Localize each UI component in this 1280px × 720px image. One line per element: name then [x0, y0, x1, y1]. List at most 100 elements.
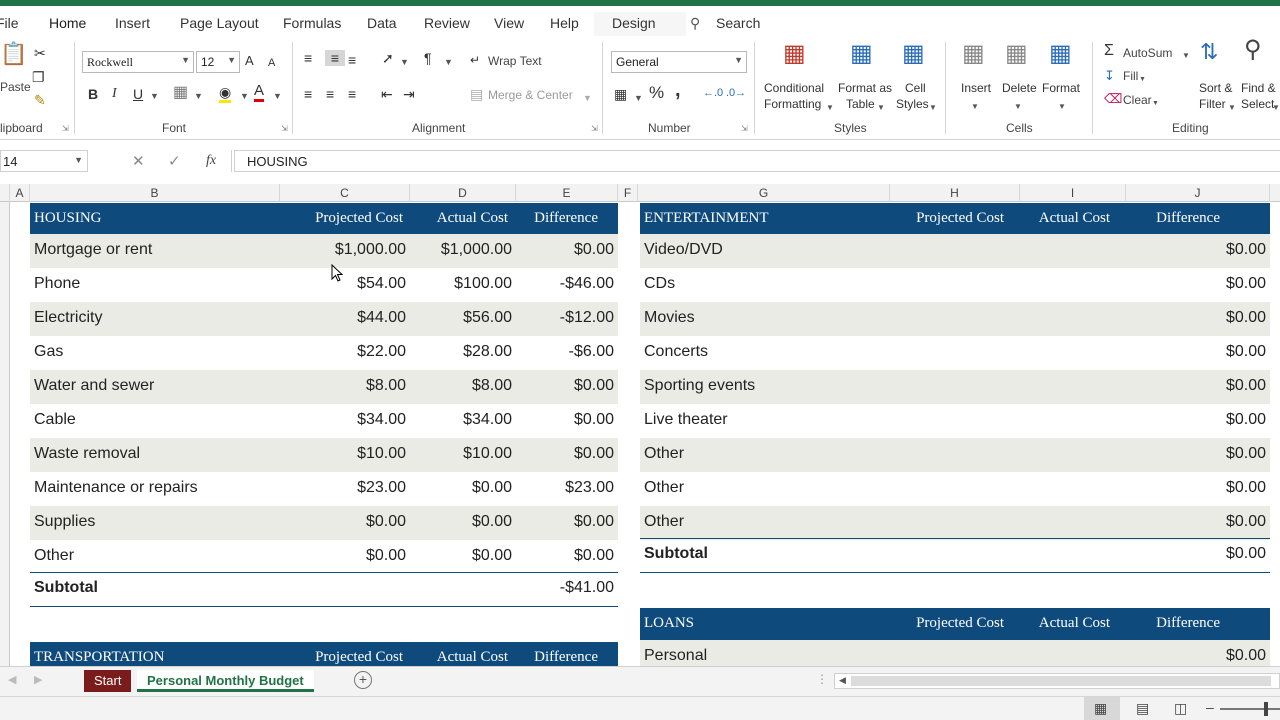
- chevron-down-icon[interactable]: ▼: [1182, 48, 1190, 64]
- insert-function-button[interactable]: fx: [206, 153, 216, 169]
- housing-subtotal-row[interactable]: Subtotal -$41.00: [30, 572, 618, 606]
- decrease-decimal-icon[interactable]: .0→: [726, 85, 746, 101]
- chevron-down-icon[interactable]: ▼: [444, 54, 453, 70]
- chevron-down-icon[interactable]: ▼: [400, 54, 409, 70]
- tab-insert[interactable]: Insert: [115, 15, 150, 31]
- percent-style-button[interactable]: %: [649, 84, 664, 101]
- search-box[interactable]: Search: [716, 15, 760, 31]
- clear-icon[interactable]: ⌫: [1104, 91, 1122, 107]
- merge-center-button[interactable]: Merge & Center: [488, 88, 573, 102]
- tab-home[interactable]: Home: [46, 15, 89, 40]
- page-break-view-icon[interactable]: ◫: [1174, 700, 1187, 717]
- tab-help[interactable]: Help: [550, 15, 579, 31]
- autosum-icon[interactable]: Σ: [1104, 43, 1114, 59]
- column-header-c[interactable]: C: [280, 184, 410, 202]
- scrollbar-thumb[interactable]: [851, 676, 1271, 686]
- housing-row[interactable]: Electricity $44.00 $56.00 -$12.00: [30, 302, 618, 336]
- column-header-i[interactable]: I: [1020, 184, 1126, 202]
- shrink-font-icon[interactable]: A: [268, 55, 275, 71]
- align-middle-icon[interactable]: ≡: [325, 50, 345, 66]
- cell-styles-label[interactable]: Cell: [905, 80, 926, 96]
- font-name-combo[interactable]: Rockwell ▼: [82, 51, 194, 73]
- tab-file[interactable]: File: [0, 15, 19, 31]
- worksheet-grid[interactable]: HOUSING Projected Cost Actual Cost Diffe…: [10, 202, 1280, 666]
- borders-icon[interactable]: ▦: [173, 85, 188, 101]
- entertainment-row[interactable]: Movies $0.00: [640, 302, 1270, 336]
- column-header-g[interactable]: G: [638, 184, 890, 202]
- search-icon[interactable]: ⚲: [690, 15, 700, 32]
- housing-row[interactable]: Phone $54.00 $100.00 -$46.00: [30, 268, 618, 302]
- column-header-e[interactable]: E: [516, 184, 618, 202]
- font-size-combo[interactable]: 12 ▼: [196, 51, 240, 73]
- delete-cells-label[interactable]: Delete: [1002, 80, 1037, 96]
- wrap-text-icon[interactable]: ↵: [470, 52, 480, 68]
- tab-split-handle-icon[interactable]: ⋮: [816, 672, 828, 686]
- tab-page-layout[interactable]: Page Layout: [180, 15, 259, 31]
- tab-design[interactable]: Design: [612, 15, 656, 31]
- chevron-down-icon[interactable]: ▼: [1139, 72, 1146, 88]
- paste-label[interactable]: Paste: [0, 80, 31, 94]
- formula-input[interactable]: HOUSING: [234, 150, 1280, 172]
- entertainment-row[interactable]: Other $0.00: [640, 472, 1270, 506]
- transportation-table-header[interactable]: TRANSPORTATION Projected Cost Actual Cos…: [30, 642, 618, 666]
- find-select-label[interactable]: Find &: [1241, 80, 1276, 96]
- paste-icon[interactable]: 📋: [0, 43, 27, 76]
- format-painter-icon[interactable]: ✎: [34, 92, 46, 108]
- chevron-down-icon[interactable]: ▼: [273, 88, 282, 104]
- housing-row[interactable]: Maintenance or repairs $23.00 $0.00 $23.00: [30, 472, 618, 506]
- merge-icon[interactable]: ▤: [470, 86, 483, 102]
- number-launcher-icon[interactable]: ⇲: [741, 124, 748, 133]
- format-cells-icon[interactable]: ▦: [1049, 42, 1072, 66]
- insert-cells-icon[interactable]: ▦: [962, 42, 985, 66]
- find-select-label-2[interactable]: Select: [1241, 96, 1274, 112]
- format-as-table-label-2[interactable]: Table: [846, 96, 875, 112]
- entertainment-row[interactable]: CDs $0.00: [640, 268, 1270, 302]
- chevron-down-icon[interactable]: ▼: [240, 88, 249, 104]
- align-left-icon[interactable]: ≡: [304, 86, 312, 102]
- entertainment-row[interactable]: Concerts $0.00: [640, 336, 1270, 370]
- find-select-icon[interactable]: ⚲: [1244, 38, 1262, 62]
- sort-filter-label-2[interactable]: Filter: [1199, 96, 1226, 112]
- housing-row[interactable]: Gas $22.00 $28.00 -$6.00: [30, 336, 618, 370]
- page-layout-view-icon[interactable]: ▤: [1136, 700, 1149, 717]
- increase-indent-icon[interactable]: ⇥: [403, 86, 415, 102]
- align-center-icon[interactable]: ≡: [326, 86, 334, 102]
- cancel-icon[interactable]: ✕: [132, 152, 145, 170]
- housing-row[interactable]: Supplies $0.00 $0.00 $0.00: [30, 506, 618, 540]
- enter-icon[interactable]: ✓: [168, 152, 181, 170]
- align-bottom-icon[interactable]: ≡: [348, 52, 356, 68]
- underline-button[interactable]: U: [133, 86, 143, 102]
- scroll-left-icon[interactable]: ◀: [839, 675, 846, 686]
- autosum-button[interactable]: AutoSum: [1123, 46, 1172, 60]
- copy-icon[interactable]: ❐: [32, 69, 45, 85]
- bold-button[interactable]: B: [88, 86, 98, 102]
- decrease-indent-icon[interactable]: ⇤: [381, 86, 393, 102]
- housing-row[interactable]: Cable $34.00 $34.00 $0.00: [30, 404, 618, 438]
- clipboard-launcher-icon[interactable]: ⇲: [62, 124, 69, 133]
- chevron-down-icon[interactable]: ▼: [1272, 100, 1280, 116]
- font-color-icon[interactable]: A: [254, 83, 265, 102]
- insert-cells-label[interactable]: Insert: [961, 80, 991, 96]
- align-top-icon[interactable]: ≡: [304, 50, 312, 66]
- italic-button[interactable]: I: [112, 86, 117, 102]
- housing-table-header[interactable]: HOUSING Projected Cost Actual Cost Diffe…: [30, 203, 618, 235]
- format-cells-label[interactable]: Format: [1042, 80, 1080, 96]
- entertainment-row[interactable]: Live theater $0.00: [640, 404, 1270, 438]
- zoom-slider-thumb[interactable]: [1264, 702, 1268, 716]
- chevron-down-icon[interactable]: ▼: [194, 88, 203, 104]
- chevron-down-icon[interactable]: ▼: [1014, 99, 1022, 115]
- housing-row[interactable]: Other $0.00 $0.00 $0.00: [30, 540, 618, 574]
- zoom-slider[interactable]: [1220, 708, 1280, 710]
- text-direction-icon[interactable]: ¶: [424, 50, 432, 66]
- tab-view[interactable]: View: [494, 15, 524, 31]
- fill-icon[interactable]: ↧: [1104, 68, 1115, 84]
- column-header-d[interactable]: D: [410, 184, 516, 202]
- entertainment-row[interactable]: Sporting events $0.00: [640, 370, 1270, 404]
- fill-color-icon[interactable]: ◉: [219, 84, 232, 103]
- chevron-down-icon[interactable]: ▼: [826, 100, 834, 116]
- chevron-down-icon[interactable]: ▼: [929, 100, 937, 116]
- entertainment-row[interactable]: Other $0.00: [640, 506, 1270, 540]
- fill-button[interactable]: Fill: [1123, 69, 1138, 83]
- housing-row[interactable]: Mortgage or rent $1,000.00 $1,000.00 $0.00: [30, 234, 618, 268]
- chevron-down-icon[interactable]: ▼: [634, 90, 643, 106]
